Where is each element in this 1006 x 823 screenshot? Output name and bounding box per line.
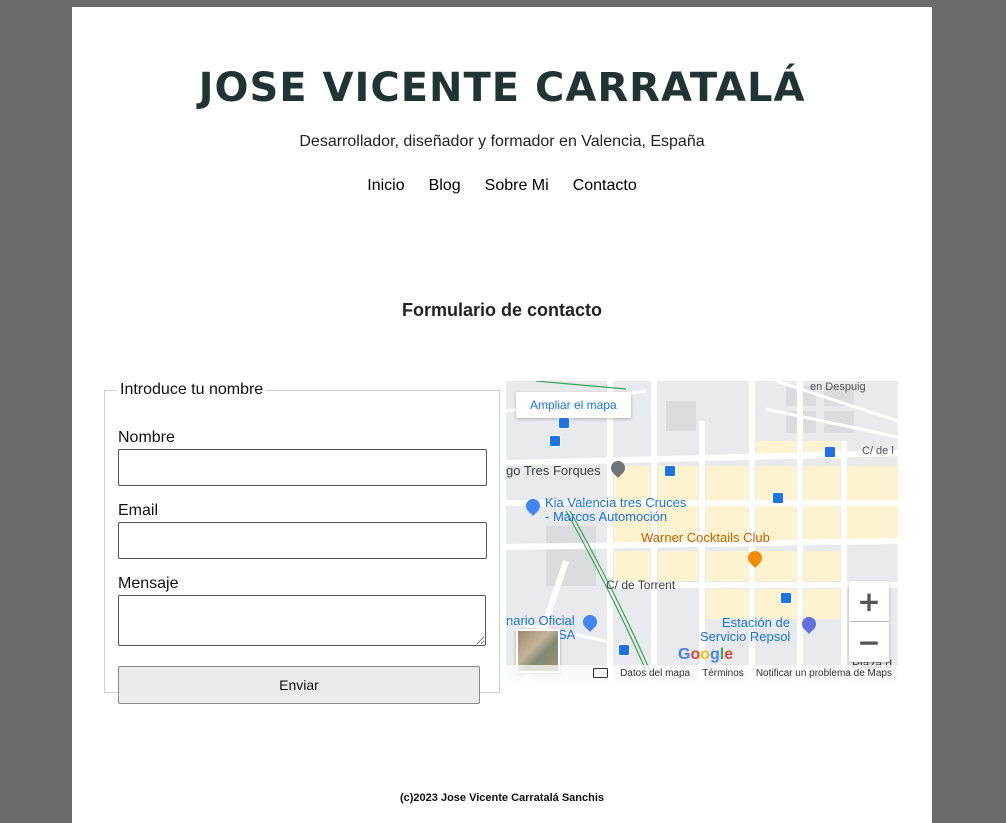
map-label-street-c-de: C/ de l — [862, 445, 894, 457]
bus-stop-icon[interactable] — [549, 435, 561, 447]
message-label: Mensaje — [118, 575, 179, 592]
bus-stop-icon[interactable] — [558, 417, 570, 429]
keyboard-icon[interactable] — [593, 668, 609, 678]
form-legend: Introduce tu nombre — [120, 381, 264, 398]
map-footer: Datos del mapa Términos Notificar un pro… — [506, 665, 898, 681]
email-label: Email — [118, 502, 159, 519]
map-zoom-in-button[interactable]: + — [849, 581, 889, 621]
map-label-kia-line1: Kia Valencia tres Cruces — [545, 495, 687, 510]
message-field[interactable] — [118, 595, 486, 646]
map-label-street-torrent: C/ de Torrent — [606, 578, 676, 592]
bus-stop-icon[interactable] — [780, 592, 792, 604]
nav-item-inicio[interactable]: Inicio — [367, 177, 404, 195]
name-field[interactable] — [118, 449, 487, 486]
map-label-oficial-line2: SA — [558, 627, 576, 642]
map-label-tres-forques: go Tres Forques — [506, 463, 601, 478]
map-data-link[interactable]: Datos del mapa — [620, 668, 690, 679]
site-tagline: Desarrollador, diseñador y formador en V… — [299, 133, 705, 150]
submit-button[interactable]: Enviar — [118, 666, 480, 704]
bus-stop-icon[interactable] — [824, 446, 836, 458]
map-label-oficial-line1: nario Oficial — [506, 613, 575, 628]
embedded-map[interactable]: Ampliar el mapa en Despuig C/ de l go Tr… — [506, 381, 898, 681]
nav-item-sobre-mi[interactable]: Sobre Mi — [485, 177, 549, 195]
page-container: JOSE VICENTE CARRATALÁ Desarrollador, di… — [72, 7, 932, 823]
site-title: JOSE VICENTE CARRATALÁ — [198, 65, 806, 111]
enlarge-map-link[interactable]: Ampliar el mapa — [516, 392, 631, 418]
terms-link[interactable]: Términos — [702, 668, 744, 679]
google-logo: Google — [678, 646, 734, 663]
map-label-warner: Warner Cocktails Club — [641, 530, 770, 545]
bus-stop-icon[interactable] — [664, 465, 676, 477]
nav-item-contacto[interactable]: Contacto — [573, 177, 637, 195]
bus-stop-icon[interactable] — [618, 644, 630, 656]
map-zoom-out-button[interactable]: − — [849, 622, 889, 662]
map-label-repsol-line1: Estación de — [722, 615, 790, 630]
contact-form: Introduce tu nombre Nombre Email Mensaje… — [104, 381, 500, 704]
map-label-kia-line2: - Marcos Automoción — [545, 509, 668, 524]
map-label-repsol-line2: Servicio Repsol — [700, 629, 791, 644]
section-title: Formulario de contacto — [401, 300, 603, 320]
email-field[interactable] — [118, 522, 487, 559]
map-label-street-despuig: en Despuig — [810, 381, 866, 393]
report-problem-link[interactable]: Notificar un problema de Maps — [756, 668, 892, 679]
main-nav: Inicio Blog Sobre Mi Contacto — [72, 177, 932, 195]
bus-stop-icon[interactable] — [772, 492, 784, 504]
footer-copyright: (c)2023 Jose Vicente Carratalá Sanchis — [399, 792, 605, 804]
nav-item-blog[interactable]: Blog — [429, 177, 461, 195]
name-label: Nombre — [118, 429, 175, 446]
